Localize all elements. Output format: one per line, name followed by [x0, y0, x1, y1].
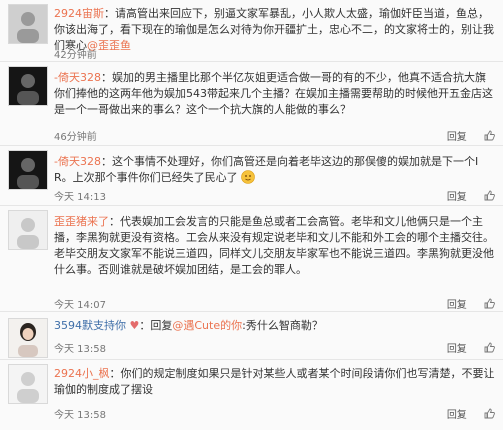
comment-username[interactable]: -倚天328 — [54, 155, 101, 168]
user-avatar-icon — [9, 67, 47, 105]
comment-item: -倚天328：这个事情不处理好，你们高管还是向着老毕这边的那俣傻的娱加就是下一个… — [0, 146, 503, 206]
avatar[interactable] — [8, 4, 48, 44]
vip-heart-icon: ♥ — [129, 319, 140, 332]
comment-mention[interactable]: @遇Cute的你 — [172, 319, 242, 332]
reply-button[interactable]: 回复 — [447, 410, 467, 421]
comment-username[interactable]: 2924小_枫 — [54, 367, 110, 380]
like-button[interactable] — [484, 130, 495, 143]
user-avatar-icon — [9, 151, 47, 189]
comment-time: 今天 14:07 — [54, 300, 106, 311]
comment-text: ：这个事情不处理好，你们高管还是向着老毕这边的那俣傻的娱加就是下一个IR。上次那… — [54, 155, 479, 184]
comment-text-2: :秀什么智商勒？ — [242, 319, 323, 332]
reply-button[interactable]: 回复 — [447, 300, 467, 311]
user-avatar-icon — [9, 5, 47, 43]
user-avatar-icon — [9, 319, 47, 357]
comment-time: 42分钟前 — [54, 50, 97, 61]
user-avatar-icon — [9, 211, 47, 249]
reply-button[interactable]: 回复 — [447, 192, 467, 203]
comment-text: ：娱加的男主播里比那个半亿灰姐更适合做一哥的有的不少，他真不适合抗大旗你们捧他的… — [54, 71, 493, 116]
comment-text: ：回复 — [139, 319, 173, 332]
face-emoji-icon — [241, 170, 255, 184]
comment-item: 2924小_枫：你们的规定制度如果只是针对某些人或者某个时间段请你们也写清楚，不… — [0, 360, 503, 430]
like-button[interactable] — [484, 298, 495, 311]
comment-text: ：代表娱加工会发言的只能是鱼总或者工会高管。老毕和文儿他俩只是一个主播，李黑狗就… — [54, 215, 494, 276]
thumbs-up-icon — [484, 190, 495, 201]
comment-username[interactable]: 3594默支持你 — [54, 319, 126, 332]
comment-item: 2924宙斯：请高管出来回应下，别逼文家军暴乱，小人欺人太盛，瑜伽奸臣当道，鱼总… — [0, 0, 503, 62]
comment-text: ：你们的规定制度如果只是针对某些人或者某个时间段请你们也写清楚，不要让瑜伽的制度… — [54, 367, 495, 396]
thumbs-up-icon — [484, 130, 495, 141]
comment-time: 今天 14:13 — [54, 192, 106, 203]
like-button[interactable] — [484, 190, 495, 203]
avatar[interactable] — [8, 318, 48, 358]
thumbs-up-icon — [484, 408, 495, 419]
like-button[interactable] — [484, 408, 495, 421]
comment-username[interactable]: -倚天328 — [54, 71, 101, 84]
user-avatar-icon — [9, 365, 47, 403]
comment-time: 今天 13:58 — [54, 344, 106, 355]
avatar[interactable] — [8, 150, 48, 190]
comment-time: 46分钟前 — [54, 132, 97, 143]
comment-item: 歪歪猪来了：代表娱加工会发言的只能是鱼总或者工会高管。老毕和文儿他俩只是一个主播… — [0, 206, 503, 312]
comment-list: 2924宙斯：请高管出来回应下，别逼文家军暴乱，小人欺人太盛，瑜伽奸臣当道，鱼总… — [0, 0, 503, 430]
thumbs-up-icon — [484, 342, 495, 353]
avatar[interactable] — [8, 364, 48, 404]
comment-time: 今天 13:58 — [54, 410, 106, 421]
thumbs-up-icon — [484, 298, 495, 309]
comment-username[interactable]: 2924宙斯 — [54, 7, 104, 20]
comment-item: -倚天328：娱加的男主播里比那个半亿灰姐更适合做一哥的有的不少，他真不适合抗大… — [0, 62, 503, 146]
comment-item: 3594默支持你 ♥：回复@遇Cute的你:秀什么智商勒？ 今天 13:58 回… — [0, 312, 503, 360]
comment-username[interactable]: 歪歪猪来了 — [54, 215, 109, 228]
reply-button[interactable]: 回复 — [447, 132, 467, 143]
reply-button[interactable]: 回复 — [447, 344, 467, 355]
avatar[interactable] — [8, 210, 48, 250]
avatar[interactable] — [8, 66, 48, 106]
like-button[interactable] — [484, 342, 495, 355]
